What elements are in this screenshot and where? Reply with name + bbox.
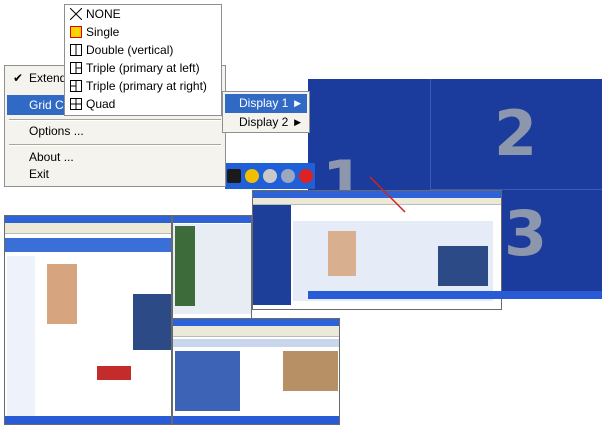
menu-item-quad[interactable]: Quad [68, 96, 115, 113]
taskbar [5, 416, 171, 424]
menu-item-label: Exit [29, 167, 50, 181]
header-band [5, 238, 171, 252]
toolbar [173, 326, 339, 337]
submenu-arrow-icon: ▶ [294, 117, 301, 127]
menu-item-label: Single [86, 25, 120, 39]
promo-block [133, 294, 171, 350]
header-band [173, 339, 339, 347]
photo [47, 264, 77, 324]
menu-item-label: Triple (primary at left) [86, 61, 200, 75]
zone-number-2: 2 [494, 97, 538, 170]
quad-icon [70, 98, 82, 110]
nav-strip [253, 205, 291, 305]
check-icon: ✔ [13, 71, 24, 85]
triple-left-icon [70, 62, 82, 74]
menu-item-exit[interactable]: Exit [7, 164, 223, 184]
window-thumbnail-bottom [172, 318, 340, 425]
triple-right-icon [70, 80, 82, 92]
double-vertical-icon [70, 44, 82, 56]
menu-item-label: Display 2 [239, 115, 289, 129]
submenu-arrow-icon: ▶ [294, 98, 301, 108]
side-panel [175, 226, 195, 306]
single-icon [70, 26, 82, 38]
menu-item-none[interactable]: NONE [68, 6, 121, 23]
photo [283, 351, 338, 391]
display-icon[interactable] [227, 169, 241, 183]
titlebar [5, 216, 171, 223]
hand-icon[interactable] [245, 169, 259, 183]
titlebar [173, 319, 339, 326]
menu-item-label: Display 1 [239, 96, 289, 110]
ad-banner [97, 366, 131, 380]
pointer-arrow [369, 176, 406, 213]
nav-list [7, 256, 35, 416]
menu-item-display-1[interactable]: Display 1 ▶ [225, 94, 307, 113]
network-icon[interactable] [281, 169, 295, 183]
menu-item-single[interactable]: Single [68, 24, 119, 41]
toolbar [5, 223, 171, 234]
zone-number-3: 3 [504, 197, 548, 270]
promo-block [438, 246, 488, 286]
system-tray [225, 163, 315, 189]
photo [328, 231, 356, 276]
menu-item-label: Double (vertical) [86, 43, 174, 57]
taskbar [173, 416, 339, 424]
red-tool-icon[interactable] [299, 169, 313, 183]
blue-panel [175, 351, 240, 411]
menu-item-label: Quad [86, 97, 116, 111]
menu-item-triple-right[interactable]: Triple (primary at right) [68, 78, 207, 95]
titlebar [173, 216, 251, 223]
none-icon [70, 8, 82, 20]
menu-item-options[interactable]: Options ... [7, 121, 223, 141]
menu-item-label: Extend [29, 71, 67, 85]
menu-item-triple-left[interactable]: Triple (primary at left) [68, 60, 200, 77]
menu-item-label: Triple (primary at right) [86, 79, 207, 93]
menu-item-label: Options ... [29, 124, 84, 138]
speaker-icon[interactable] [263, 169, 277, 183]
menu-item-display-2[interactable]: Display 2 ▶ [225, 113, 307, 132]
desktop-taskbar [308, 291, 602, 299]
display-submenu: Display 1 ▶ Display 2 ▶ [222, 91, 310, 133]
menu-separator [9, 144, 221, 146]
window-thumbnail-middle [172, 215, 252, 320]
grid-line-vertical [430, 79, 431, 189]
window-thumbnail-left [4, 215, 172, 425]
menu-item-label: About ... [29, 150, 74, 164]
menu-item-double-vertical[interactable]: Double (vertical) [68, 42, 173, 59]
menu-item-label: NONE [86, 7, 121, 21]
grid-type-submenu: NONE Single Double (vertical) Triple (pr… [64, 4, 222, 116]
